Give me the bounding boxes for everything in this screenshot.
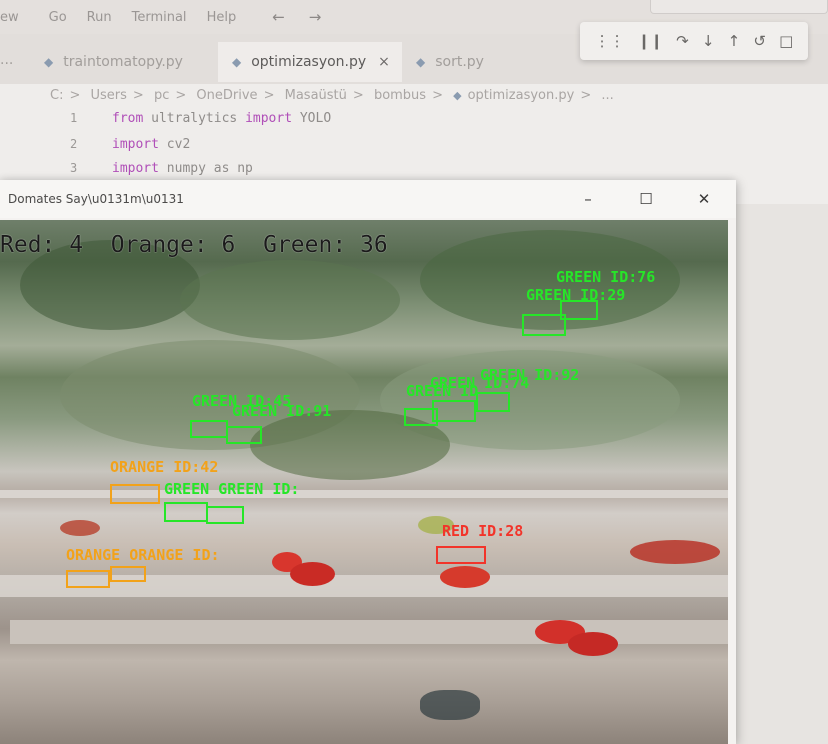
tab-label: optimizasyon.py bbox=[251, 54, 367, 70]
detection-box-green bbox=[226, 426, 262, 444]
python-file-icon: ◆ bbox=[453, 89, 462, 102]
detection-label-red: RED ID:28 bbox=[442, 522, 524, 540]
breadcrumb-part[interactable]: Users bbox=[91, 88, 127, 103]
breadcrumb-part[interactable]: pc bbox=[154, 88, 169, 103]
tab-label: sort.py bbox=[435, 54, 484, 70]
tab-sort[interactable]: ◆ sort.py bbox=[402, 42, 498, 82]
detection-label-orange: ORANGE ID:42 bbox=[110, 458, 219, 476]
detection-box-orange bbox=[66, 570, 110, 588]
python-file-icon: ◆ bbox=[232, 55, 242, 69]
command-center-search[interactable] bbox=[650, 0, 828, 14]
maximize-icon[interactable]: ☐ bbox=[626, 184, 666, 214]
code-line: 3 import numpy as np bbox=[70, 157, 253, 179]
detection-box-green bbox=[206, 506, 244, 524]
detection-label-green: GREEN GREEN ID: bbox=[164, 480, 300, 498]
forward-arrow-icon[interactable]: → bbox=[297, 8, 334, 26]
video-window-titlebar[interactable]: Domates Say\u0131m\u0131 – ☐ ✕ bbox=[0, 180, 736, 218]
pause-icon[interactable]: ❙❙ bbox=[638, 32, 663, 50]
code-text: cv2 bbox=[158, 136, 191, 152]
stop-icon[interactable]: □ bbox=[779, 32, 793, 50]
code-keyword: import bbox=[112, 136, 159, 152]
tomato bbox=[568, 632, 618, 656]
breadcrumb-file[interactable]: optimizasyon.py bbox=[468, 88, 575, 103]
line-number: 2 bbox=[70, 137, 78, 151]
tab-optimizasyon[interactable]: ◆ optimizasyon.py × bbox=[218, 42, 402, 82]
close-tab-icon[interactable]: × bbox=[378, 54, 390, 70]
step-into-icon[interactable]: ↓ bbox=[702, 32, 715, 50]
detection-box-green bbox=[522, 314, 566, 336]
tab-label: traintomatopy.py bbox=[63, 54, 183, 70]
close-icon[interactable]: ✕ bbox=[684, 184, 724, 214]
tab-overflow[interactable]: ... bbox=[0, 52, 13, 68]
debug-toolbar: ⋮⋮ ❙❙ ↷ ↓ ↑ ↺ □ bbox=[580, 22, 808, 60]
breadcrumb: C: > Users > pc > OneDrive > Masaüstü > bombu… bbox=[50, 88, 614, 103]
python-file-icon: ◆ bbox=[416, 55, 426, 69]
code-keyword: import bbox=[112, 160, 159, 176]
code-line: 1 from ultralytics import YOLO bbox=[70, 107, 331, 129]
step-out-icon[interactable]: ↑ bbox=[728, 32, 741, 50]
code-text: YOLO bbox=[292, 110, 332, 126]
menu-item-edit[interactable]: ew bbox=[0, 10, 29, 25]
code-keyword: from bbox=[112, 110, 144, 126]
detection-label-green: GREEN ID bbox=[406, 382, 479, 400]
back-arrow-icon[interactable]: ← bbox=[260, 8, 297, 26]
video-frame: Red: 4 Orange: 6 Green: 36 GREEN ID:76 G… bbox=[0, 220, 728, 744]
breadcrumb-part[interactable]: Masaüstü bbox=[285, 88, 347, 103]
detection-box-green bbox=[164, 502, 208, 522]
breadcrumb-more[interactable]: ... bbox=[601, 88, 613, 103]
video-window: Domates Say\u0131m\u0131 – ☐ ✕ Red: 4 Or… bbox=[0, 180, 736, 744]
detection-label-green: GREEN ID:76 bbox=[556, 268, 656, 286]
ground-strip bbox=[10, 620, 728, 644]
foliage bbox=[180, 260, 400, 340]
detection-box-green bbox=[476, 392, 510, 412]
detection-box-orange bbox=[110, 484, 160, 504]
menu-item-terminal[interactable]: Terminal bbox=[122, 10, 197, 25]
menu-item-help[interactable]: Help bbox=[197, 10, 247, 25]
video-window-title: Domates Say\u0131m\u0131 bbox=[8, 192, 184, 206]
detection-box-green bbox=[404, 408, 438, 426]
tomato bbox=[60, 520, 100, 536]
tomato bbox=[440, 566, 490, 588]
detection-box-green bbox=[432, 400, 476, 422]
menu-item-go[interactable]: Go bbox=[39, 10, 77, 25]
line-number: 3 bbox=[70, 161, 78, 175]
code-text: ultralytics bbox=[143, 110, 246, 126]
breadcrumb-part[interactable]: C: bbox=[50, 88, 63, 103]
tomato bbox=[630, 540, 720, 564]
code-line: 2 import cv2 bbox=[70, 133, 190, 155]
restart-icon[interactable]: ↺ bbox=[753, 32, 766, 50]
detection-box-red bbox=[436, 546, 486, 564]
menu-item-run[interactable]: Run bbox=[77, 10, 122, 25]
python-file-icon: ◆ bbox=[44, 55, 54, 69]
tab-traintomatopy[interactable]: ◆ traintomatopy.py bbox=[30, 42, 197, 82]
grip-icon[interactable]: ⋮⋮ bbox=[595, 32, 625, 50]
breadcrumb-part[interactable]: bombus bbox=[374, 88, 426, 103]
detection-label-orange: ORANGE ORANGE ID: bbox=[66, 546, 220, 564]
code-keyword: import bbox=[245, 110, 293, 126]
detection-label-green: GREEN ID:91 bbox=[232, 402, 332, 420]
detection-box-orange bbox=[110, 566, 146, 582]
tomato-count-overlay: Red: 4 Orange: 6 Green: 36 bbox=[0, 232, 388, 258]
breadcrumb-part[interactable]: OneDrive bbox=[196, 88, 257, 103]
minimize-icon[interactable]: – bbox=[568, 184, 608, 214]
tomato bbox=[290, 562, 335, 586]
ground-shadow bbox=[420, 690, 480, 720]
detection-box-green bbox=[190, 420, 228, 438]
step-over-icon[interactable]: ↷ bbox=[676, 32, 689, 50]
code-text: numpy as np bbox=[158, 160, 253, 176]
line-number: 1 bbox=[70, 111, 78, 125]
